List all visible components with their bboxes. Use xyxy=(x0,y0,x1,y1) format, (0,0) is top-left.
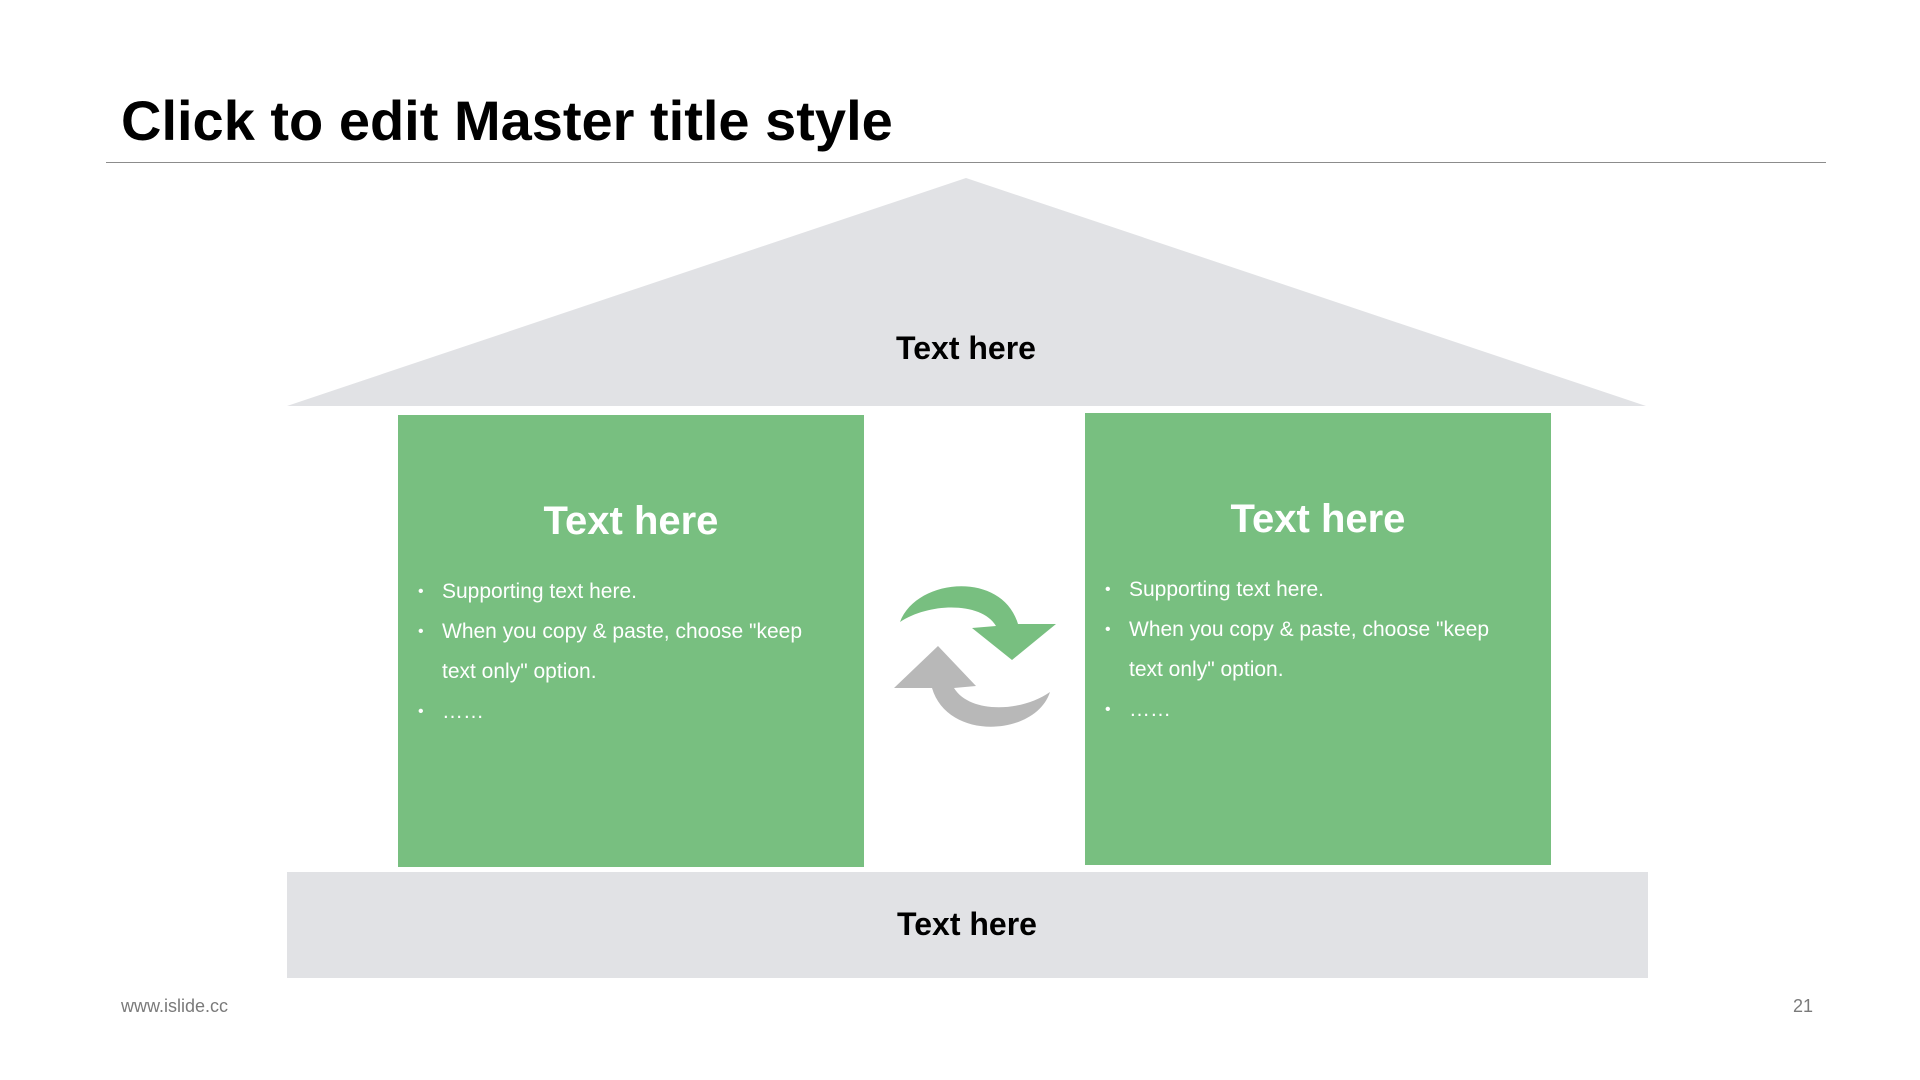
left-panel[interactable]: Text here Supporting text here. When you… xyxy=(398,415,864,867)
base-label[interactable]: Text here xyxy=(767,906,1167,943)
right-panel[interactable]: Text here Supporting text here. When you… xyxy=(1085,413,1551,865)
roof-triangle[interactable] xyxy=(287,178,1646,406)
grey-arrow-icon xyxy=(894,646,1050,727)
right-panel-bullets: Supporting text here. When you copy & pa… xyxy=(1103,570,1523,730)
left-panel-bullet[interactable]: When you copy & paste, choose "keep text… xyxy=(416,612,836,692)
left-panel-bullet[interactable]: Supporting text here. xyxy=(416,572,836,612)
slide: Click to edit Master title style Text he… xyxy=(0,0,1920,1080)
roof-label[interactable]: Text here xyxy=(766,330,1166,367)
cycle-arrows-icon xyxy=(894,586,1056,727)
right-panel-bullet[interactable]: Supporting text here. xyxy=(1103,570,1523,610)
page-number: 21 xyxy=(1792,996,1813,1016)
house-base[interactable]: Text here xyxy=(287,872,1648,978)
left-panel-bullets: Supporting text here. When you copy & pa… xyxy=(416,572,836,732)
footer-url: www.islide.cc xyxy=(121,996,229,1016)
right-panel-bullet[interactable]: When you copy & paste, choose "keep text… xyxy=(1103,610,1523,690)
left-panel-bullet[interactable]: …… xyxy=(416,692,836,732)
right-panel-bullet[interactable]: …… xyxy=(1103,690,1523,730)
left-panel-heading[interactable]: Text here xyxy=(398,499,864,544)
right-panel-heading[interactable]: Text here xyxy=(1085,497,1551,542)
green-arrow-icon xyxy=(900,586,1056,660)
